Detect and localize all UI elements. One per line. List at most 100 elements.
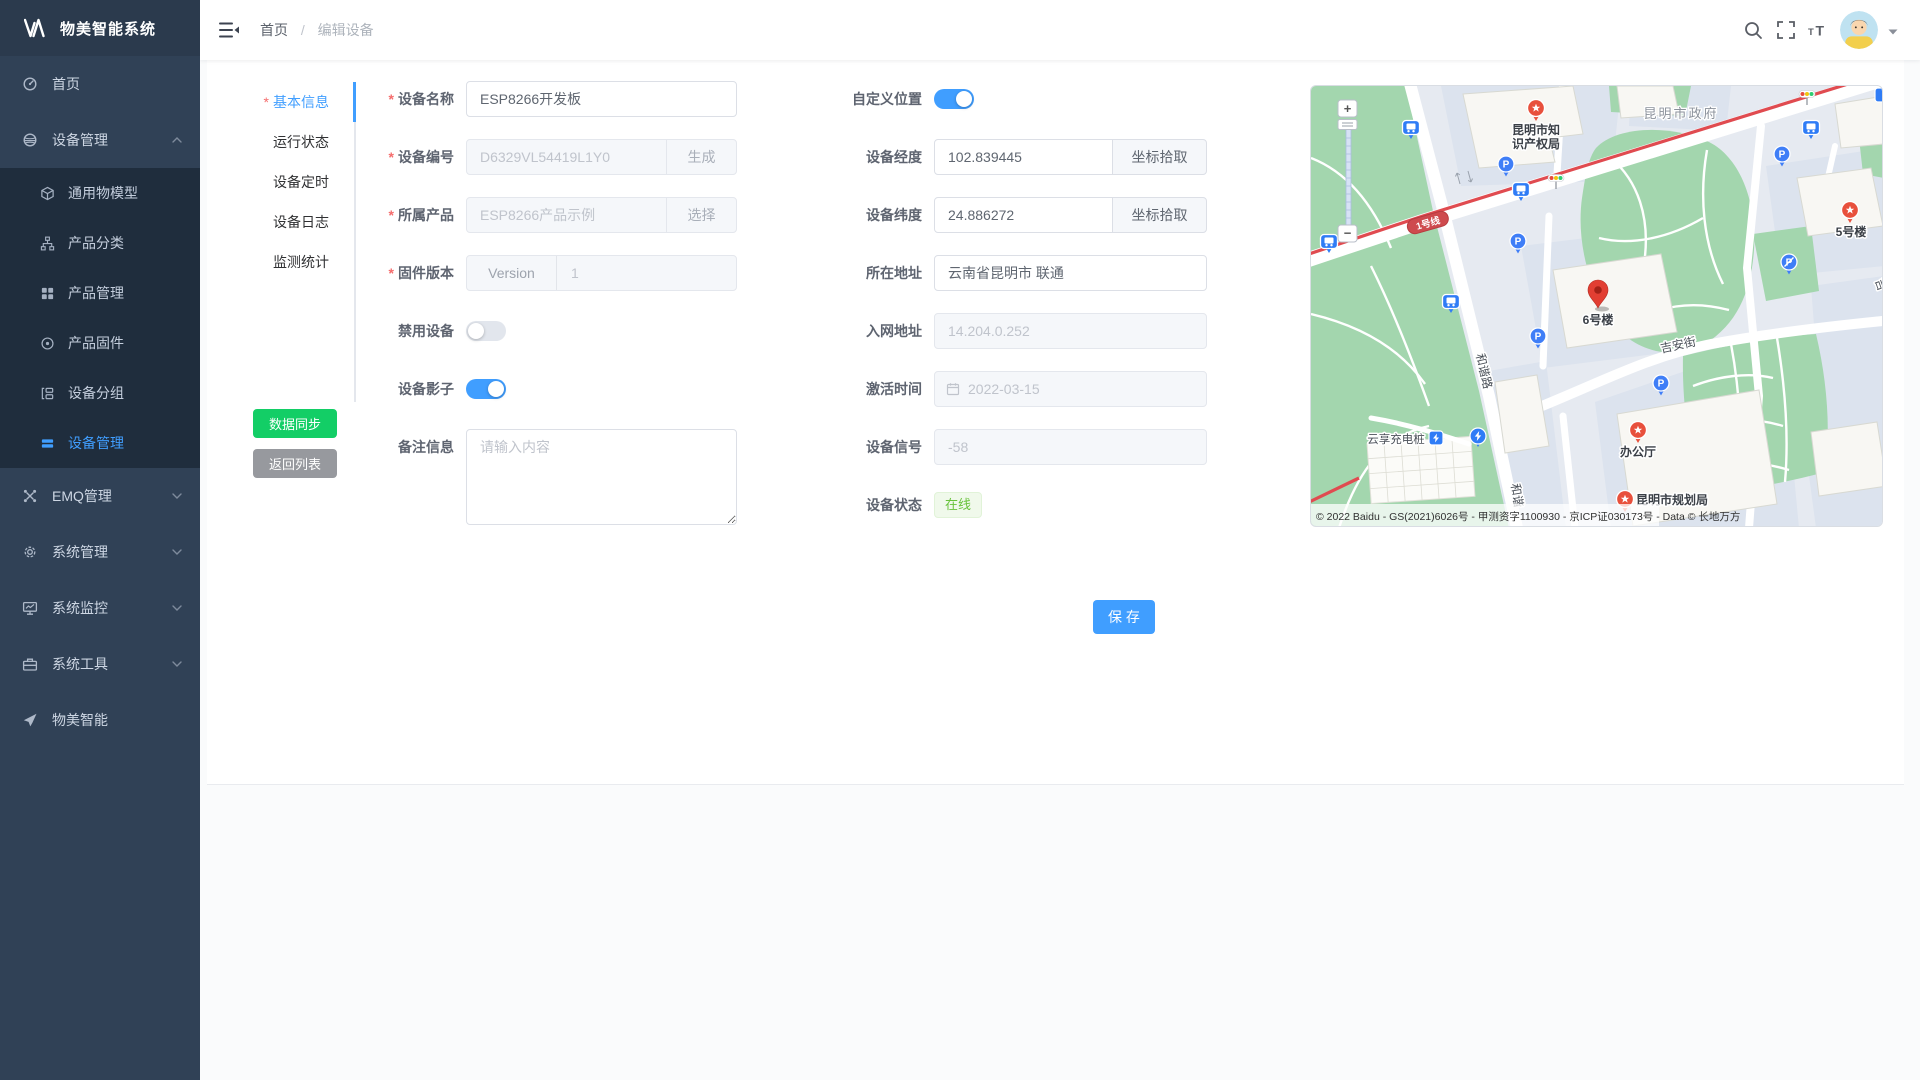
chevron-up-icon: [172, 137, 182, 143]
firmware-prefix: Version: [467, 256, 557, 290]
baidu-map-canvas[interactable]: 1号线 昆明市政府 和谐路 和谐 吉安街 吉: [1311, 86, 1883, 527]
tab-device-timer[interactable]: 设备定时: [217, 162, 347, 202]
sidebar-item-thing-model[interactable]: 通用物模型: [0, 168, 200, 218]
form-row-custom-location: 自定义位置: [812, 81, 1207, 117]
address-input[interactable]: [934, 255, 1207, 291]
device-no-input: [466, 139, 667, 175]
app-logo[interactable]: 物美智能系统: [0, 0, 200, 56]
form-row-address: 所在地址: [812, 255, 1207, 291]
tabs-divider: [354, 82, 356, 402]
form-row-remark: 备注信息: [372, 429, 737, 530]
calendar-icon: [946, 382, 960, 396]
network-ip-input: [934, 313, 1207, 349]
back-to-list-button[interactable]: 返回列表: [253, 449, 337, 478]
choose-product-button[interactable]: 选择: [666, 197, 737, 233]
svg-text:T: T: [1808, 27, 1814, 38]
field-label: 设备状态: [812, 487, 922, 523]
pick-coordinate-button[interactable]: 坐标拾取: [1112, 197, 1207, 233]
disable-device-toggle[interactable]: [466, 321, 506, 341]
sidebar-item-product-category[interactable]: 产品分类: [0, 218, 200, 268]
sidebar-item-label: 设备管理: [52, 130, 108, 150]
avatar-image: [1840, 11, 1878, 49]
form-row-product: *所属产品 选择: [372, 197, 737, 233]
svg-text:昆明市知: 昆明市知: [1512, 122, 1560, 137]
zoom-slider-handle[interactable]: [1338, 120, 1357, 130]
activation-date-field: 2022-03-15: [934, 371, 1207, 407]
toggle-knob: [468, 323, 484, 339]
topbar: 首页 / 编辑设备 TT: [200, 0, 1920, 60]
sidebar-submenu-device: 通用物模型 产品分类 产品管理 产品固件 设备分组 设备管理: [0, 168, 200, 468]
save-button[interactable]: 保 存: [1093, 600, 1155, 634]
breadcrumb: 首页 / 编辑设备: [260, 0, 374, 60]
map-panel[interactable]: 1号线 昆明市政府 和谐路 和谐 吉安街 吉: [1310, 85, 1883, 527]
svg-text:+: +: [1344, 101, 1352, 116]
chevron-down-icon: [172, 493, 182, 499]
chevron-down-icon: [172, 661, 182, 667]
device-shadow-toggle[interactable]: [466, 379, 506, 399]
sidebar-item-label: 产品分类: [68, 233, 124, 253]
sidebar-collapse-icon[interactable]: [218, 19, 240, 41]
signal-input: [934, 429, 1207, 465]
longitude-input[interactable]: [934, 139, 1113, 175]
form-row-longitude: 设备经度 坐标拾取: [812, 139, 1207, 175]
breadcrumb-separator: /: [301, 22, 305, 38]
zoom-slider-track[interactable]: [1346, 122, 1351, 225]
field-label: *设备名称: [372, 81, 454, 117]
brand-logo-icon: [24, 18, 50, 38]
sidebar-item-wumei-smart[interactable]: 物美智能: [0, 692, 200, 748]
breadcrumb-home[interactable]: 首页: [260, 22, 288, 38]
tab-basic-info[interactable]: *基本信息: [217, 82, 347, 122]
form-row-active-time: 激活时间 2022-03-15: [812, 371, 1207, 407]
zoom-out-button[interactable]: −: [1338, 225, 1357, 242]
sidebar-item-system-mgmt[interactable]: 系统管理: [0, 524, 200, 580]
sidebar-item-label: 设备分组: [68, 383, 124, 403]
data-sync-button[interactable]: 数据同步: [253, 409, 337, 438]
svg-text:P: P: [1503, 160, 1510, 171]
caret-down-icon[interactable]: [1888, 29, 1898, 35]
generate-button[interactable]: 生成: [666, 139, 737, 175]
toolbox-icon: [22, 656, 38, 672]
pick-coordinate-button[interactable]: 坐标拾取: [1112, 139, 1207, 175]
sidebar-item-device-mgmt[interactable]: 设备管理: [0, 112, 200, 168]
group-icon: [40, 386, 55, 401]
sidebar-item-device-group[interactable]: 设备分组: [0, 368, 200, 418]
sidebar-item-system-tools[interactable]: 系统工具: [0, 636, 200, 692]
sidebar-item-home[interactable]: 首页: [0, 56, 200, 112]
toggle-knob: [956, 91, 972, 107]
field-label: 所在地址: [812, 255, 922, 291]
status-badge: 在线: [934, 492, 982, 518]
device-name-input[interactable]: [466, 81, 737, 117]
sidebar-item-label: 产品管理: [68, 283, 124, 303]
map-label-building6: 6号楼: [1583, 312, 1614, 327]
grid-icon: [40, 286, 55, 301]
latitude-input[interactable]: [934, 197, 1113, 233]
sidebar-item-product-firmware[interactable]: 产品固件: [0, 318, 200, 368]
sidebar-item-label: 系统监控: [52, 598, 108, 618]
custom-location-toggle[interactable]: [934, 89, 974, 109]
tab-device-log[interactable]: 设备日志: [217, 202, 347, 242]
sidebar-item-device-mgmt-sub[interactable]: 设备管理: [0, 418, 200, 468]
tab-monitor-stats[interactable]: 监测统计: [217, 242, 347, 282]
gear-icon: [22, 544, 38, 560]
tab-label: 监测统计: [273, 254, 329, 270]
zoom-in-button[interactable]: +: [1338, 100, 1357, 117]
field-label: *设备编号: [372, 139, 454, 175]
map-parking-lot: [1367, 436, 1475, 503]
send-icon: [22, 712, 38, 728]
svg-text:T: T: [1816, 23, 1825, 39]
sidebar-item-system-monitor[interactable]: 系统监控: [0, 580, 200, 636]
font-size-icon[interactable]: TT: [1808, 20, 1828, 40]
search-icon[interactable]: [1743, 20, 1763, 40]
remark-textarea[interactable]: [466, 429, 737, 525]
fullscreen-icon[interactable]: [1776, 20, 1796, 40]
field-label: 设备信号: [812, 429, 922, 465]
sidebar-item-product-mgmt[interactable]: 产品管理: [0, 268, 200, 318]
page: 物美智能系统 首页 设备管理 通用物模型 产品分类 产品管理: [0, 0, 1920, 1080]
form-row-status: 设备状态 在线: [812, 487, 1207, 523]
svg-text:P: P: [1658, 379, 1665, 390]
avatar[interactable]: [1840, 11, 1878, 49]
sidebar-item-emq[interactable]: EMQ管理: [0, 468, 200, 524]
map-label-government: 昆明市政府: [1643, 106, 1718, 121]
tab-run-status[interactable]: 运行状态: [217, 122, 347, 162]
map-label-charging: 云享充电桩: [1367, 432, 1425, 446]
